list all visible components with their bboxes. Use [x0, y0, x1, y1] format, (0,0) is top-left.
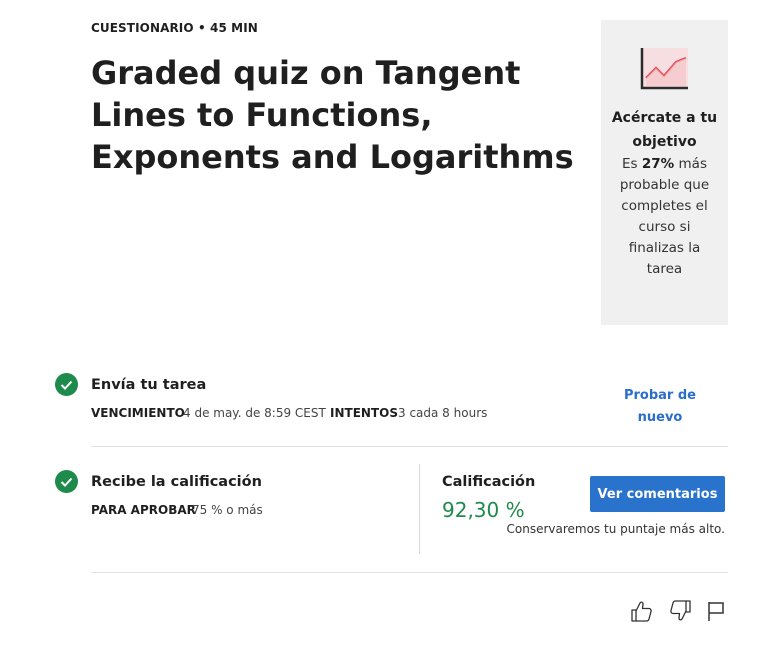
thumbs-up-icon[interactable] — [629, 598, 655, 624]
goal-percent: 27% — [641, 156, 675, 172]
item-meta: CUESTIONARIO • 45 MIN — [91, 21, 258, 35]
goal-text: Es 27% más probable que completes el cur… — [609, 154, 720, 280]
grade-value: 92,30 % — [442, 498, 525, 522]
due-value: 4 de may. de 8:59 CEST — [183, 406, 326, 420]
retry-button[interactable]: Probar de nuevo — [600, 385, 720, 425]
flag-icon[interactable] — [703, 598, 729, 624]
goal-text-prefix: Es — [622, 156, 638, 172]
goal-text-suffix: más probable que completes el curso si f… — [619, 156, 710, 277]
grade-label: Calificación — [442, 474, 536, 490]
goal-card: Acércate a tu objetivo Es 27% más probab… — [601, 20, 728, 325]
keep-highest-note: Conservaremos tu puntaje más alto. — [506, 522, 726, 536]
grade-step-title: Recibe la calificación — [91, 474, 262, 490]
page-title: Graded quiz on Tangent Lines to Function… — [91, 54, 574, 176]
pass-value: 75 % o más — [192, 503, 263, 517]
thumbs-down-icon[interactable] — [667, 598, 693, 624]
vertical-divider — [419, 464, 420, 554]
check-icon — [55, 470, 78, 493]
trend-chart-icon — [640, 48, 688, 90]
check-icon — [55, 373, 78, 396]
submit-step-title: Envía tu tarea — [91, 377, 207, 393]
attempts-value: 3 cada 8 hours — [398, 406, 488, 420]
divider — [91, 446, 728, 447]
due-label: VENCIMIENTO — [91, 406, 185, 420]
pass-label: PARA APROBAR — [91, 503, 196, 517]
view-feedback-button[interactable]: Ver comentarios — [590, 476, 725, 512]
divider — [91, 572, 728, 573]
attempts-label: INTENTOS — [330, 406, 398, 420]
goal-title: Acércate a tu objetivo — [611, 110, 718, 150]
